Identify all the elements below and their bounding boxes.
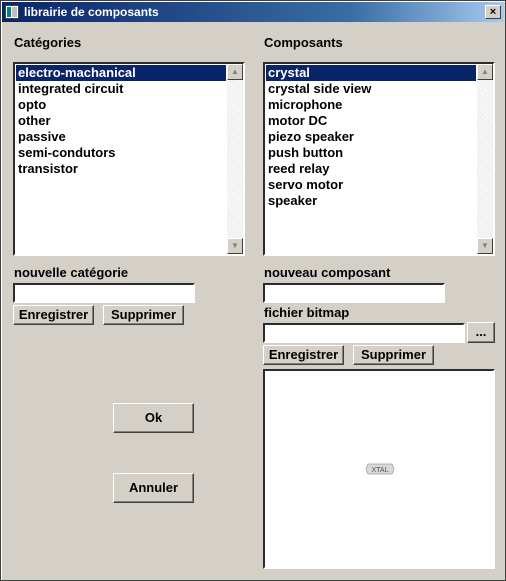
scroll-up-icon[interactable]: ▲: [227, 64, 243, 80]
list-item[interactable]: speaker: [266, 193, 476, 209]
components-list: crystal crystal side view microphone motor …: [266, 65, 476, 209]
category-delete-button[interactable]: Supprimer: [103, 305, 184, 325]
categories-heading: Catégories: [14, 35, 82, 50]
categories-scrollbar[interactable]: ▲ ▼: [227, 64, 243, 254]
close-button[interactable]: ×: [485, 5, 501, 19]
list-item[interactable]: servo motor: [266, 177, 476, 193]
component-save-button[interactable]: Enregistrer: [263, 345, 344, 365]
list-item[interactable]: passive: [16, 129, 226, 145]
preview-label: XTAL: [372, 467, 389, 474]
scroll-up-icon[interactable]: ▲: [477, 64, 493, 80]
window-title: librairie de composants: [24, 5, 159, 19]
list-item[interactable]: crystal: [266, 65, 476, 81]
scroll-down-icon[interactable]: ▼: [227, 238, 243, 254]
categories-list: electro-machanical integrated circuit opto…: [16, 65, 226, 177]
list-item[interactable]: semi-condutors: [16, 145, 226, 161]
scroll-down-icon[interactable]: ▼: [477, 238, 493, 254]
new-category-label: nouvelle catégorie: [14, 265, 129, 280]
ok-button[interactable]: Ok: [113, 403, 194, 433]
list-item[interactable]: transistor: [16, 161, 226, 177]
bitmap-file-label: fichier bitmap: [264, 305, 350, 320]
category-save-button[interactable]: Enregistrer: [13, 305, 94, 325]
categories-listbox[interactable]: electro-machanical integrated circuit opto…: [13, 62, 245, 256]
list-item[interactable]: piezo speaker: [266, 129, 476, 145]
cancel-button[interactable]: Annuler: [113, 473, 194, 503]
list-item[interactable]: integrated circuit: [16, 81, 226, 97]
list-item[interactable]: electro-machanical: [16, 65, 226, 81]
dialog-window: librairie de composants × Catégories ele…: [0, 0, 506, 581]
crystal-symbol-image: XTAL: [365, 463, 395, 475]
list-item[interactable]: motor DC: [266, 113, 476, 129]
browse-button[interactable]: ...: [467, 322, 495, 343]
bitmap-file-input[interactable]: [263, 323, 465, 343]
components-listbox[interactable]: crystal crystal side view microphone motor …: [263, 62, 495, 256]
new-category-input[interactable]: [13, 283, 195, 303]
components-heading: Composants: [264, 35, 343, 50]
list-item[interactable]: reed relay: [266, 161, 476, 177]
close-icon: ×: [489, 6, 497, 18]
component-delete-button[interactable]: Supprimer: [353, 345, 434, 365]
new-component-input[interactable]: [263, 283, 445, 303]
title-bar[interactable]: librairie de composants ×: [2, 2, 504, 22]
list-item[interactable]: microphone: [266, 97, 476, 113]
list-item[interactable]: crystal side view: [266, 81, 476, 97]
list-item[interactable]: opto: [16, 97, 226, 113]
list-item[interactable]: push button: [266, 145, 476, 161]
list-item[interactable]: other: [16, 113, 226, 129]
components-scrollbar[interactable]: ▲ ▼: [477, 64, 493, 254]
new-component-label: nouveau composant: [264, 265, 391, 280]
bitmap-preview: XTAL: [263, 369, 495, 569]
app-icon: [5, 5, 19, 19]
